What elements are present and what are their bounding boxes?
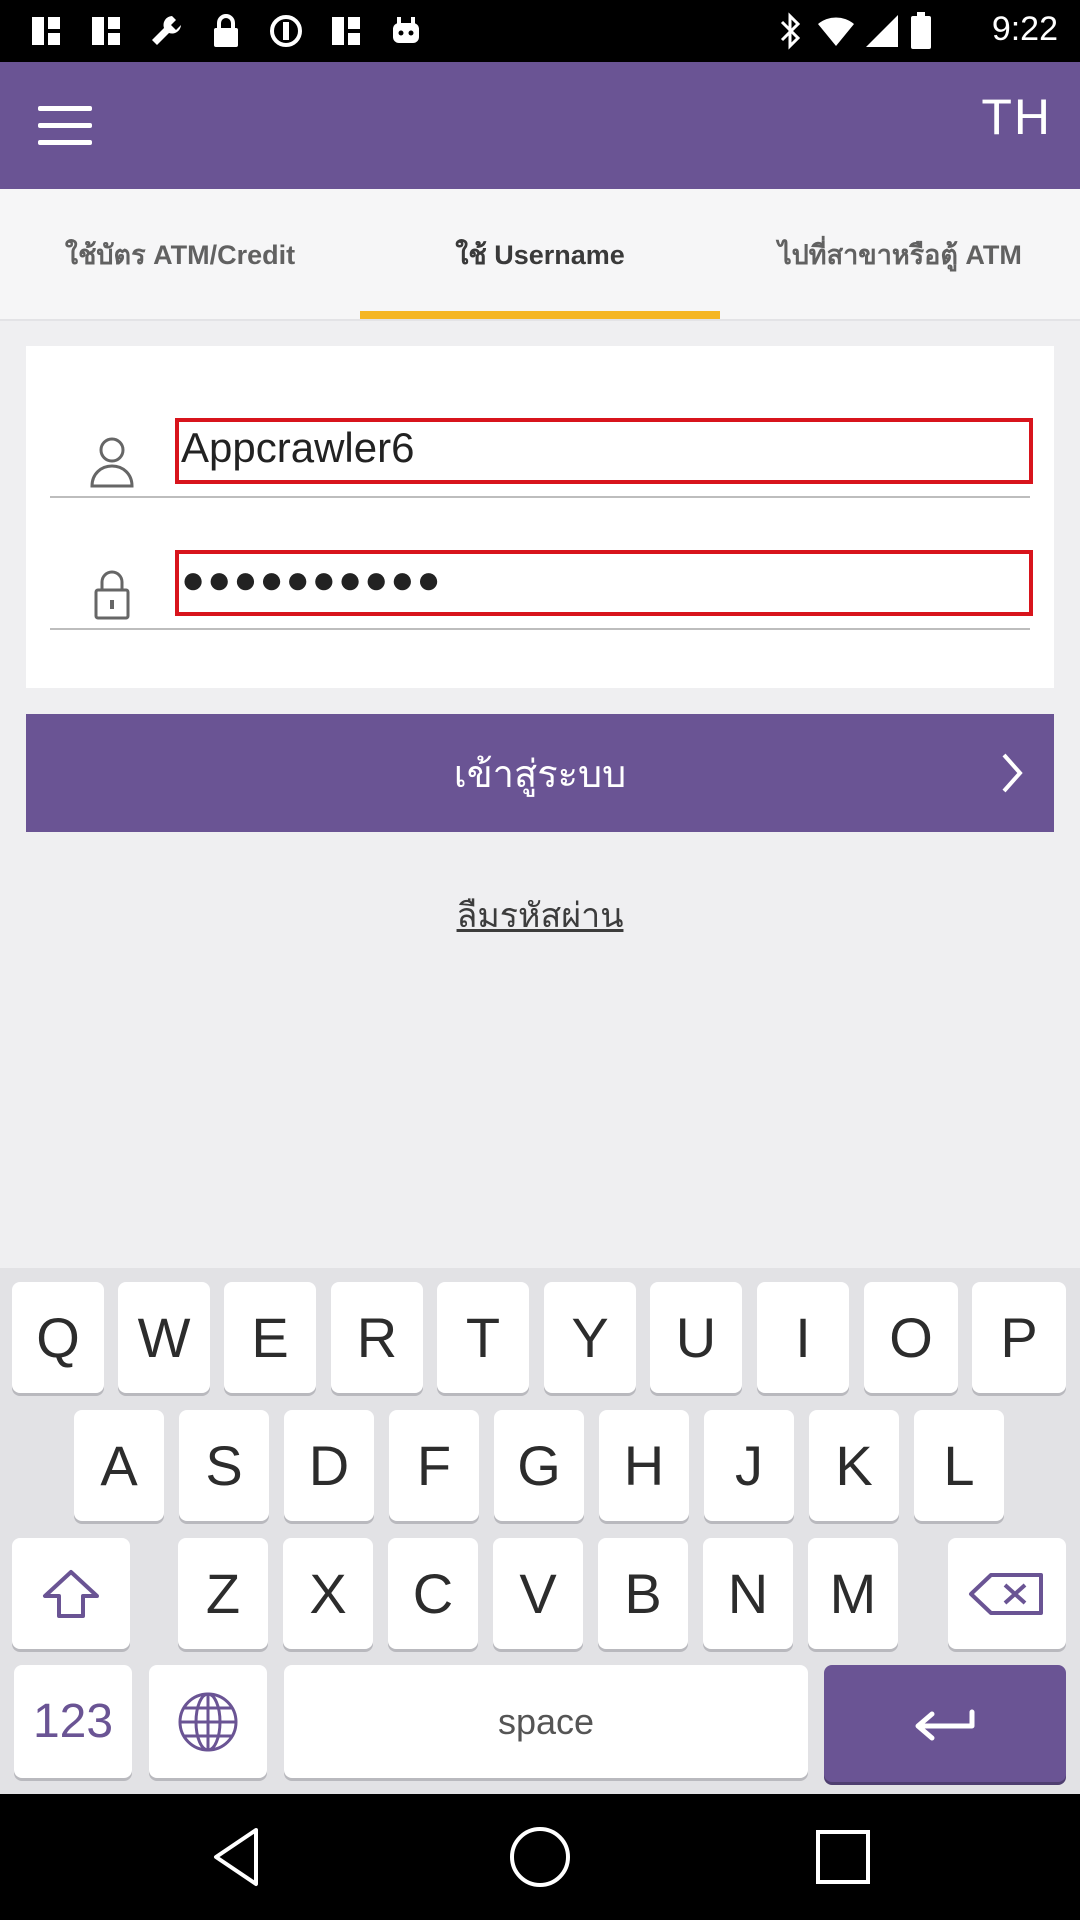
key-p[interactable]: P xyxy=(972,1282,1066,1393)
tab-username[interactable]: ใช้ Username xyxy=(360,189,720,319)
system-nav-bar xyxy=(0,1794,1080,1920)
forgot-password-container: ลืมรหัสผ่าน xyxy=(0,888,1080,942)
key-h[interactable]: H xyxy=(599,1410,689,1521)
status-time: 9:22 xyxy=(991,10,1058,48)
key-e[interactable]: E xyxy=(224,1282,316,1393)
signal-icon xyxy=(862,12,902,50)
active-tab-indicator xyxy=(360,311,720,319)
space-key[interactable]: space xyxy=(284,1665,808,1778)
enter-arrow-icon xyxy=(915,1709,975,1740)
numbers-key[interactable]: 123 xyxy=(14,1665,132,1778)
recents-icon[interactable] xyxy=(806,1820,880,1894)
key-m[interactable]: M xyxy=(808,1538,898,1649)
key-w[interactable]: W xyxy=(118,1282,210,1393)
key-d[interactable]: D xyxy=(284,1410,374,1521)
key-a[interactable]: A xyxy=(74,1410,164,1521)
key-z[interactable]: Z xyxy=(178,1538,268,1649)
tab-branch-atm[interactable]: ไปที่สาขาหรือตู้ ATM xyxy=(720,189,1080,319)
key-b[interactable]: B xyxy=(598,1538,688,1649)
tab-atm-credit[interactable]: ใช้บัตร ATM/Credit xyxy=(0,189,360,319)
key-c[interactable]: C xyxy=(388,1538,478,1649)
home-icon[interactable] xyxy=(503,1820,577,1894)
battery-icon xyxy=(908,12,934,50)
key-l[interactable]: L xyxy=(914,1410,1004,1521)
wifi-icon xyxy=(816,12,856,50)
key-x[interactable]: X xyxy=(283,1538,373,1649)
chevron-right-icon xyxy=(990,749,1034,797)
login-button[interactable]: เข้าสู่ระบบ xyxy=(26,714,1054,832)
login-button-label: เข้าสู่ระบบ xyxy=(453,751,627,796)
shift-key[interactable] xyxy=(12,1538,130,1649)
lock-icon xyxy=(88,566,136,622)
key-k[interactable]: K xyxy=(809,1410,899,1521)
status-bar: 9:22 xyxy=(0,0,1080,62)
key-r[interactable]: R xyxy=(331,1282,423,1393)
user-icon xyxy=(88,434,136,490)
back-icon[interactable] xyxy=(200,1820,274,1894)
hamburger-menu-icon[interactable] xyxy=(38,106,92,146)
key-f[interactable]: F xyxy=(389,1410,479,1521)
username-input[interactable]: Appcrawler6 xyxy=(175,418,1033,484)
shift-arrow-icon xyxy=(43,1569,99,1618)
key-i[interactable]: I xyxy=(757,1282,849,1393)
backspace-icon xyxy=(969,1572,1043,1615)
app-notification-icon xyxy=(326,12,366,50)
app-notification-icon xyxy=(86,12,126,50)
bluetooth-icon xyxy=(776,12,806,50)
username-field: Appcrawler6 xyxy=(50,418,1033,498)
key-o[interactable]: O xyxy=(864,1282,958,1393)
soft-keyboard: Q W E R T Y U I O P A S D F G H J K L Z … xyxy=(0,1268,1080,1794)
key-y[interactable]: Y xyxy=(544,1282,636,1393)
key-j[interactable]: J xyxy=(704,1410,794,1521)
language-toggle[interactable]: TH xyxy=(981,88,1052,146)
sync-icon xyxy=(266,12,306,50)
key-g[interactable]: G xyxy=(494,1410,584,1521)
backspace-key[interactable] xyxy=(948,1538,1066,1649)
android-icon xyxy=(386,12,426,50)
lock-icon xyxy=(206,12,246,50)
app-header: TH xyxy=(0,62,1080,189)
password-input[interactable]: ●●●●●●●●●● xyxy=(175,550,1033,616)
key-t[interactable]: T xyxy=(437,1282,529,1393)
wrench-icon xyxy=(146,12,186,50)
login-form-card: Appcrawler6 ●●●●●●●●●● xyxy=(26,346,1054,688)
password-field: ●●●●●●●●●● xyxy=(50,550,1033,630)
key-n[interactable]: N xyxy=(703,1538,793,1649)
key-q[interactable]: Q xyxy=(12,1282,104,1393)
globe-icon xyxy=(178,1692,238,1751)
key-u[interactable]: U xyxy=(650,1282,742,1393)
enter-key[interactable] xyxy=(824,1665,1066,1782)
key-s[interactable]: S xyxy=(179,1410,269,1521)
app-notification-icon xyxy=(26,12,66,50)
login-method-tabs: ใช้บัตร ATM/Credit ใช้ Username ไปที่สาข… xyxy=(0,189,1080,321)
language-switch-key[interactable] xyxy=(149,1665,267,1778)
key-v[interactable]: V xyxy=(493,1538,583,1649)
forgot-password-link[interactable]: ลืมรหัสผ่าน xyxy=(457,896,624,936)
